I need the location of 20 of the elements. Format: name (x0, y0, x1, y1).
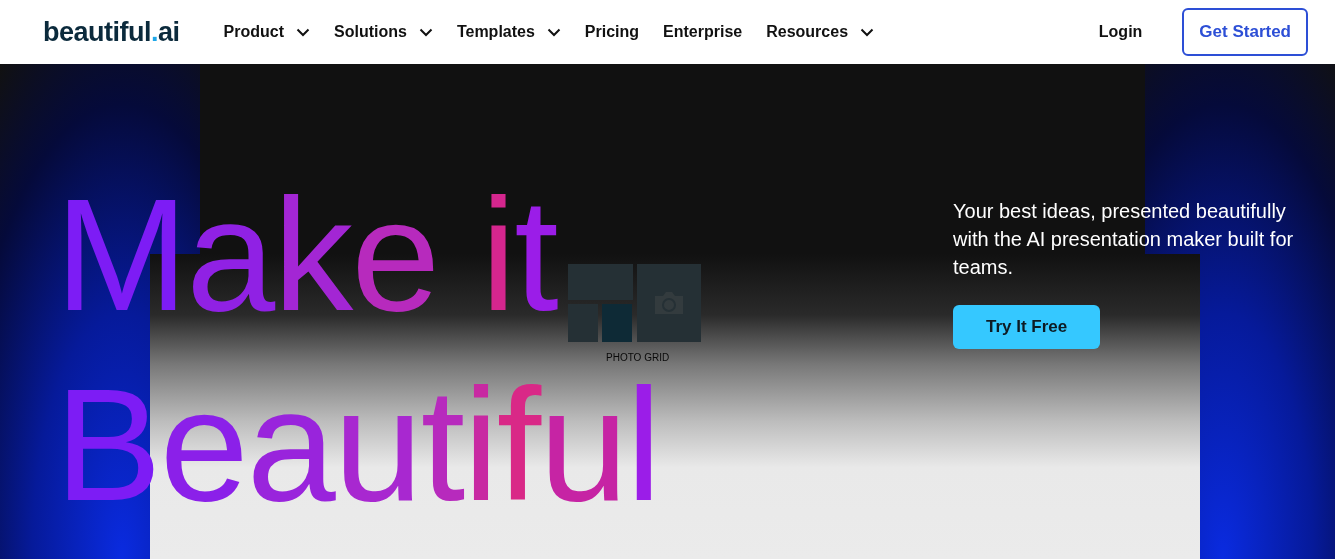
chevron-down-icon (418, 27, 433, 37)
photo-tile (602, 304, 632, 342)
photo-tile (568, 304, 598, 342)
nav-item[interactable]: Enterprise (663, 23, 743, 41)
chevron-down-icon (546, 27, 561, 37)
photo-tile (568, 264, 633, 300)
login-link[interactable]: Login (1098, 23, 1143, 41)
slide-label: PHOTO GRID (606, 352, 670, 363)
nav-item[interactable]: Solutions (334, 23, 433, 41)
headline: Make it (55, 190, 557, 320)
chevron-down-icon (296, 27, 310, 37)
logo[interactable]: beautiful.ai (43, 16, 180, 48)
subheading: Your best ideas, presented beautifully with the AI presentation maker built for teams. (953, 199, 1295, 280)
nav-item[interactable]: Pricing (584, 23, 640, 41)
try-it-free-button[interactable]: Try It Free (953, 305, 1101, 349)
chevron-down-icon (860, 27, 875, 37)
nav-item[interactable]: Product (223, 23, 310, 41)
nav-item[interactable]: Templates (456, 23, 561, 41)
nav-item[interactable]: Resources (766, 23, 875, 41)
get-started-button[interactable]: Get Started (1182, 8, 1308, 56)
